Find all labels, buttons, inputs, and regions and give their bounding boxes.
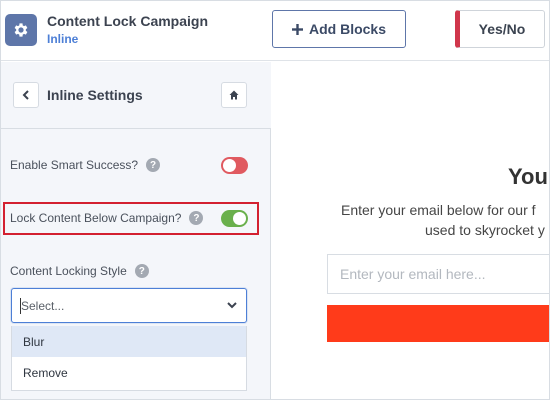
- yes-no-label: Yes/No: [478, 21, 526, 37]
- preview-heading: You: [508, 164, 548, 189]
- back-button[interactable]: [13, 82, 39, 108]
- option-remove[interactable]: Remove: [12, 357, 246, 388]
- add-blocks-label: Add Blocks: [308, 21, 386, 37]
- app-window: Content Lock Campaign Inline Add Blocks …: [0, 0, 550, 400]
- campaign-preview: You Enter your email below for our f use…: [272, 62, 549, 399]
- submit-button[interactable]: [327, 305, 549, 342]
- campaign-settings-button[interactable]: [5, 14, 37, 46]
- chevron-left-icon: [22, 90, 29, 100]
- locking-style-label: Content Locking Style: [10, 264, 127, 278]
- smart-success-row: Enable Smart Success? ?: [10, 155, 250, 175]
- preview-subtext-line2: used to skyrocket y: [425, 222, 545, 238]
- yes-no-button[interactable]: Yes/No: [455, 10, 545, 48]
- home-button[interactable]: [221, 82, 247, 108]
- email-input[interactable]: Enter your email here...: [327, 254, 549, 294]
- sidebar-title: Inline Settings: [47, 87, 143, 103]
- locking-style-label-row: Content Locking Style ?: [10, 261, 250, 281]
- chevron-down-icon[interactable]: [226, 299, 238, 311]
- help-icon[interactable]: ?: [134, 264, 149, 278]
- preview-subtext-line1: Enter your email below for our f: [341, 202, 536, 218]
- select-options-list: Blur Remove: [11, 326, 247, 391]
- sidebar-header: Inline Settings: [1, 62, 271, 129]
- smart-success-label: Enable Smart Success?: [10, 158, 139, 172]
- campaign-type: Inline: [47, 32, 79, 46]
- smart-success-toggle[interactable]: [221, 157, 248, 174]
- campaign-name: Content Lock Campaign: [47, 13, 209, 29]
- highlight-box: [3, 202, 259, 235]
- locking-style-select[interactable]: Select...: [11, 288, 247, 323]
- top-bar: Content Lock Campaign Inline Add Blocks …: [1, 1, 549, 61]
- option-blur[interactable]: Blur: [12, 326, 246, 357]
- gear-icon: [14, 23, 28, 37]
- add-blocks-button[interactable]: Add Blocks: [272, 10, 406, 48]
- help-icon[interactable]: ?: [146, 158, 161, 172]
- plus-icon: [291, 23, 303, 35]
- toggle-knob: [223, 159, 236, 172]
- home-icon: [229, 90, 239, 100]
- select-placeholder: Select...: [21, 299, 65, 313]
